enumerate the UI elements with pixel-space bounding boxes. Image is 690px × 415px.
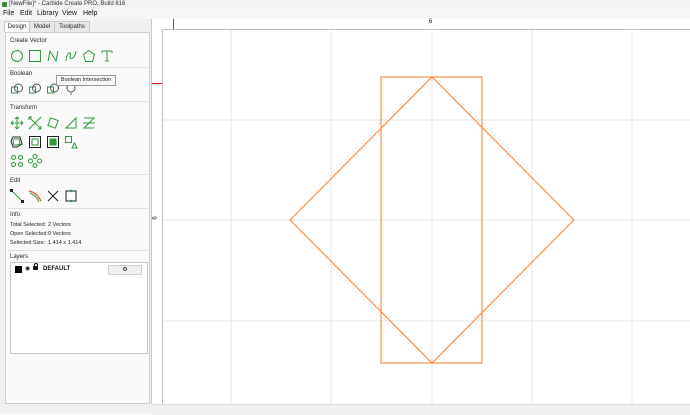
tooltip: Boolean Intersection (56, 75, 116, 86)
section-create-vector: Create Vector (10, 38, 47, 44)
separator (8, 250, 147, 251)
move-icon[interactable] (10, 116, 24, 130)
circular-array-icon[interactable] (10, 154, 24, 168)
separator (8, 174, 147, 175)
array-icon[interactable] (64, 135, 78, 149)
canvas-grid (163, 30, 690, 404)
align-icon[interactable] (64, 116, 78, 130)
node-edit-icon[interactable] (10, 189, 24, 203)
section-edit: Edit (10, 178, 21, 184)
menu-file[interactable]: File (3, 9, 14, 19)
mirror-icon[interactable] (82, 116, 96, 130)
canvas-drawing[interactable] (163, 30, 690, 404)
eye-icon[interactable]: ◉ (25, 265, 30, 272)
ruler-top-label: 6 (429, 19, 433, 25)
layers-list: ◉ DEFAULT ⚙ (10, 262, 148, 354)
separator (8, 101, 147, 102)
info-open-selected: Open Selected: 0 Vectors (10, 231, 71, 237)
status-bar (0, 404, 152, 414)
section-transform: Transform (10, 105, 38, 111)
info-selected-size-value: 1.414 x 1.414 (48, 240, 82, 246)
section-info: Info (10, 212, 21, 218)
app-icon (2, 2, 7, 7)
info-open-selected-label: Open Selected: (10, 231, 48, 237)
info-total-selected: Total Selected: 2 Vectors (10, 222, 71, 228)
section-layers: Layers (10, 254, 29, 260)
title-bar: [NewFile]* - Carbide Create PRO, Build 8… (0, 0, 690, 9)
scale-icon[interactable] (28, 116, 42, 130)
rotate-icon[interactable] (46, 116, 60, 130)
separator (8, 208, 147, 209)
layer-row[interactable]: ◉ DEFAULT ⚙ (13, 263, 145, 275)
info-total-selected-value: 2 Vectors (48, 222, 71, 228)
ruler-left-cursor-marker (152, 83, 162, 84)
menu-help[interactable]: Help (83, 9, 97, 19)
cut-icon[interactable] (46, 189, 60, 203)
boolean-subtract-icon[interactable] (28, 82, 42, 96)
horizontal-scrollbar[interactable] (152, 404, 690, 415)
polyline-icon[interactable] (46, 49, 60, 63)
fillet-icon[interactable] (28, 135, 42, 149)
layer-color-swatch[interactable] (15, 266, 22, 273)
info-selected-size: Selected Size: 1.414 x 1.414 (10, 240, 81, 246)
trim-icon[interactable] (28, 189, 42, 203)
text-icon[interactable] (100, 49, 114, 63)
layer-settings-button[interactable]: ⚙ (108, 265, 142, 275)
tab-model[interactable]: Model (29, 21, 55, 32)
lock-icon[interactable] (33, 263, 38, 270)
ruler-top-cursor-marker (173, 19, 174, 29)
layer-name: DEFAULT (43, 266, 71, 272)
ruler-left: 6 (152, 29, 163, 404)
window-title: [NewFile]* - Carbide Create PRO, Build 8… (9, 1, 126, 7)
curve-icon[interactable] (64, 49, 78, 63)
section-boolean: Boolean (10, 71, 33, 77)
menu-library[interactable]: Library (37, 9, 58, 19)
nest-icon[interactable] (46, 135, 60, 149)
tab-toolpaths[interactable]: Toolpaths (54, 21, 90, 32)
polygon-icon[interactable] (82, 49, 96, 63)
separator (8, 67, 147, 68)
rectangle-icon[interactable] (28, 49, 42, 63)
menu-view[interactable]: View (62, 9, 77, 19)
join-icon[interactable] (64, 189, 78, 203)
info-open-selected-value: 0 Vectors (48, 231, 71, 237)
boolean-union-icon[interactable] (10, 82, 24, 96)
menu-bar: File Edit Library View Help (0, 9, 690, 19)
circle-icon[interactable] (10, 49, 24, 63)
gear-icon: ⚙ (122, 267, 128, 273)
ruler-top: 6 (152, 19, 690, 30)
info-selected-size-label: Selected Size: (10, 240, 46, 246)
menu-edit[interactable]: Edit (20, 9, 32, 19)
panel-body: Create Vector Boolean Transform Edit Inf… (5, 32, 150, 404)
tab-design[interactable]: Design (4, 21, 30, 32)
radial-array-icon[interactable] (28, 154, 42, 168)
info-total-selected-label: Total Selected: (10, 222, 47, 228)
design-canvas[interactable] (163, 30, 690, 404)
ruler-left-label: 6 (152, 216, 159, 220)
offset-icon[interactable] (10, 135, 24, 149)
